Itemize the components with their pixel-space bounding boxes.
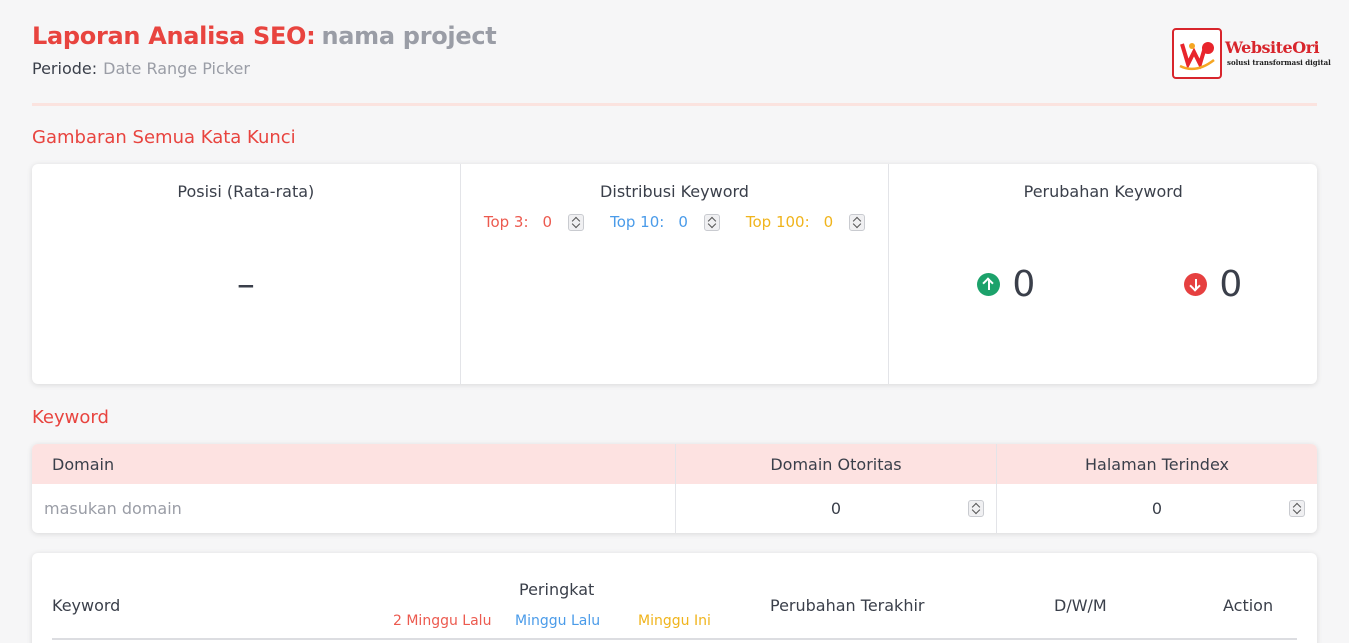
keyword-column-header: Keyword — [52, 596, 121, 615]
top10-label: Top 10: — [610, 213, 665, 231]
period-label: Periode: — [32, 59, 98, 78]
this-week-header: Minggu Ini — [638, 613, 711, 629]
top100-label: Top 100: — [745, 213, 810, 231]
title-text: Laporan Analisa SEO: — [32, 22, 316, 50]
logo-brand-text: WebsiteOri — [1225, 38, 1320, 57]
domain-table: Domain Domain Otoritas Halaman Terindex … — [32, 444, 1317, 533]
logo-mark-icon — [1172, 28, 1222, 79]
brand-logo: WebsiteOri solusi transformasi digital — [1172, 28, 1331, 80]
overview-section-title: Gambaran Semua Kata Kunci — [32, 127, 296, 148]
top10-field[interactable]: Top 10: 0 — [610, 213, 720, 231]
keyword-distribution-panel: Distribusi Keyword Top 3: 0 Top 10: 0 To… — [459, 164, 889, 384]
keyword-distribution-label: Distribusi Keyword — [600, 182, 749, 201]
distribution-row: Top 3: 0 Top 10: 0 Top 100: 0 — [461, 213, 889, 231]
keyword-up-value: 0 — [1012, 264, 1036, 305]
top3-stepper-icon[interactable] — [568, 213, 585, 231]
ranking-table: Keyword Peringkat 2 Minggu Lalu Minggu L… — [32, 553, 1317, 643]
keyword-down-count: 0 — [1184, 264, 1242, 305]
top3-label: Top 3: — [483, 213, 529, 231]
domain-input[interactable]: masukan domain — [32, 484, 675, 533]
arrow-down-circle-icon — [1184, 273, 1208, 296]
top3-field[interactable]: Top 3: 0 — [483, 213, 585, 231]
indexed-pages-value[interactable]: 0 — [1152, 499, 1162, 518]
keyword-change-label: Perubahan Keyword — [1023, 182, 1183, 201]
keyword-change-panel: Perubahan Keyword 0 0 — [888, 164, 1317, 384]
overview-card: Posisi (Rata-rata) – Distribusi Keyword … — [32, 164, 1317, 384]
keyword-up-count: 0 — [977, 264, 1035, 305]
dwm-header: D/W/M — [1054, 596, 1107, 615]
domain-authority-stepper-icon[interactable] — [968, 500, 984, 517]
header-divider — [32, 103, 1317, 106]
indexed-pages-header: Halaman Terindex — [996, 444, 1317, 484]
period-row: Periode: Date Range Picker — [32, 59, 496, 78]
arrow-up-circle-icon — [977, 273, 1001, 296]
average-position-value: – — [236, 264, 255, 305]
domain-header: Domain — [52, 454, 115, 474]
top100-stepper-icon[interactable] — [849, 213, 866, 231]
top10-stepper-icon[interactable] — [703, 213, 720, 231]
ranking-header-divider — [52, 638, 1297, 640]
report-header: Laporan Analisa SEO: nama project Periode… — [32, 22, 497, 78]
indexed-pages-stepper-icon[interactable] — [1289, 500, 1305, 517]
average-position-label: Posisi (Rata-rata) — [177, 182, 315, 201]
keyword-section-title: Keyword — [32, 407, 109, 428]
indexed-pages-input[interactable]: 0 — [996, 484, 1317, 533]
domain-authority-input[interactable]: 0 — [675, 484, 996, 533]
domain-table-header: Domain Domain Otoritas Halaman Terindex — [32, 444, 1317, 484]
average-position-panel: Posisi (Rata-rata) – — [32, 164, 460, 384]
top100-value[interactable]: 0 — [824, 213, 834, 231]
project-name: nama project — [321, 22, 497, 50]
keyword-down-value: 0 — [1219, 264, 1243, 305]
page-title: Laporan Analisa SEO: nama project — [32, 22, 497, 50]
last-week-header: Minggu Lalu — [515, 613, 601, 629]
action-header: Action — [1223, 596, 1274, 615]
last-change-header: Perubahan Terakhir — [770, 596, 925, 615]
date-range-picker[interactable]: Date Range Picker — [103, 59, 250, 78]
domain-authority-value[interactable]: 0 — [831, 499, 841, 518]
top10-value[interactable]: 0 — [678, 213, 688, 231]
domain-table-row: masukan domain 0 0 — [32, 484, 1317, 533]
top100-field[interactable]: Top 100: 0 — [745, 213, 866, 231]
rank-column-header: Peringkat — [519, 580, 595, 599]
top3-value[interactable]: 0 — [543, 213, 553, 231]
two-weeks-ago-header: 2 Minggu Lalu — [393, 613, 492, 629]
logo-tagline: solusi transformasi digital — [1227, 58, 1331, 67]
domain-authority-header: Domain Otoritas — [675, 444, 996, 484]
